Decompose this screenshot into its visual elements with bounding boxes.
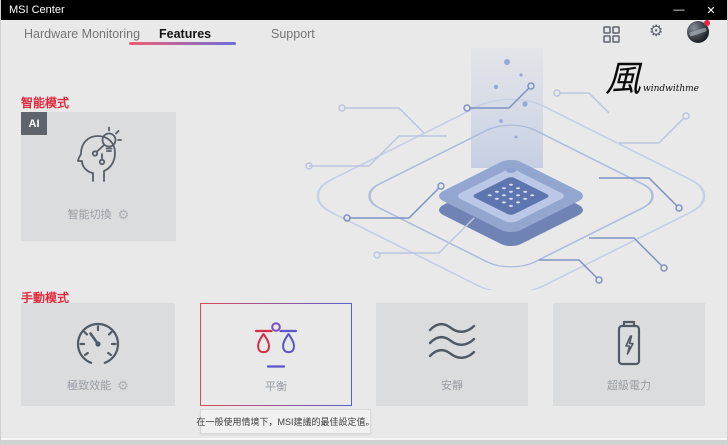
msi-center-window: { "window": { "title": "MSI Center" }, "…: [0, 0, 728, 445]
watermark-text: windwithme: [643, 84, 699, 94]
title-bar: MSI Center — ✕: [1, 0, 727, 20]
tab-hardware-monitoring[interactable]: Hardware Monitoring: [24, 27, 140, 41]
balance-scale-icon: [253, 320, 299, 372]
gauge-icon: [73, 319, 123, 369]
active-tab-underline: [129, 42, 236, 45]
performance-card-label: 極致效能: [67, 380, 112, 392]
mode-card-balanced[interactable]: 平衡: [200, 303, 352, 406]
minimize-button[interactable]: —: [663, 0, 695, 20]
silent-card-label-row: 安靜: [376, 377, 528, 393]
apps-grid-icon[interactable]: [603, 26, 620, 43]
settings-gear-icon[interactable]: ⚙: [649, 22, 663, 42]
window-bottom-edge: [1, 438, 727, 445]
smart-switch-card[interactable]: AI 智能切換 ⚙: [21, 112, 176, 241]
ai-badge: AI: [21, 112, 47, 135]
smart-card-gear-icon[interactable]: ⚙: [118, 208, 130, 221]
window-title: MSI Center: [9, 4, 65, 16]
battery-bolt-icon: [612, 319, 646, 369]
head-lightbulb-icon: [69, 126, 129, 186]
balanced-card-label-row: 平衡: [201, 378, 351, 394]
user-avatar[interactable]: [687, 20, 710, 43]
header-nav: Hardware Monitoring Features Support ⚙: [1, 20, 727, 56]
smart-mode-section-title: 智能模式: [21, 96, 70, 110]
super-battery-card-label: 超級電力: [607, 380, 651, 392]
performance-card-gear-icon[interactable]: ⚙: [117, 379, 129, 392]
mode-card-super-battery[interactable]: 超級電力: [553, 303, 705, 406]
performance-card-label-row: 極致效能 ⚙: [21, 377, 175, 393]
balanced-mode-tooltip: 在一般使用情境下，MSI建議的最佳設定值。: [197, 409, 375, 434]
window-controls: — ✕: [663, 0, 727, 20]
smart-card-label: 智能切換: [67, 209, 112, 221]
tab-features[interactable]: Features: [159, 27, 211, 41]
waves-icon: [426, 319, 478, 367]
balanced-card-label: 平衡: [265, 381, 287, 393]
watermark: 風 windwithme: [605, 60, 725, 112]
silent-card-label: 安靜: [441, 380, 463, 392]
smart-card-label-row: 智能切換 ⚙: [21, 206, 176, 222]
mode-card-silent[interactable]: 安靜: [376, 303, 528, 406]
watermark-glyph: 風: [605, 59, 642, 100]
mode-card-extreme-performance[interactable]: 極致效能 ⚙: [21, 303, 175, 406]
tab-support[interactable]: Support: [271, 27, 315, 41]
close-button[interactable]: ✕: [695, 0, 727, 20]
super-battery-card-label-row: 超級電力: [553, 377, 705, 393]
